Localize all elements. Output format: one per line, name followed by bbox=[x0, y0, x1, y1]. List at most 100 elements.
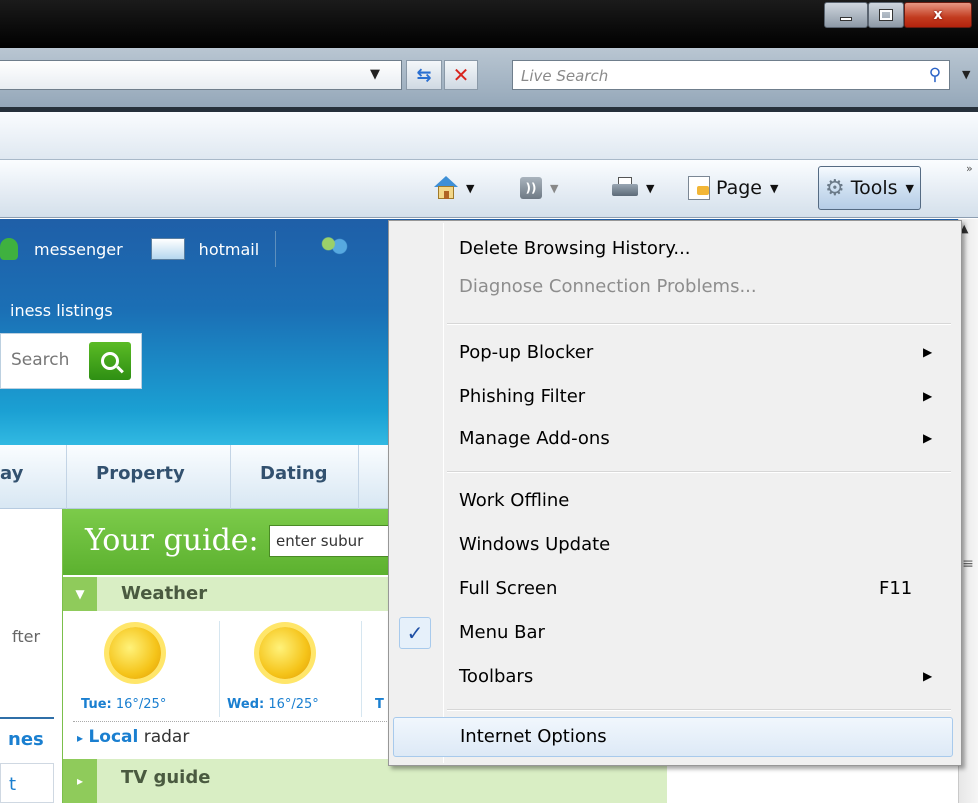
forecast-day: Wed: bbox=[227, 697, 265, 712]
menu-item-label: Pop-up Blocker bbox=[459, 342, 594, 363]
sun-icon bbox=[109, 627, 161, 679]
menu-item-label: Windows Update bbox=[459, 534, 611, 555]
submenu-arrow-icon: ▶ bbox=[923, 431, 933, 445]
feeds-button[interactable]: )) ▼ bbox=[520, 170, 558, 206]
collapse-icon[interactable]: ▼ bbox=[63, 577, 97, 611]
menu-item-label: Internet Options bbox=[460, 726, 607, 747]
search-input[interactable] bbox=[521, 65, 901, 87]
address-field[interactable]: ▼ bbox=[0, 60, 402, 90]
close-icon: x bbox=[933, 7, 943, 23]
menu-item-full-screen[interactable]: Full Screen F11 bbox=[391, 569, 959, 609]
nav-item-dating[interactable]: Dating bbox=[260, 463, 328, 484]
menu-item-internet-options[interactable]: Internet Options bbox=[393, 717, 953, 757]
menu-item-label: Menu Bar bbox=[459, 622, 545, 643]
chevron-down-icon[interactable]: ▼ bbox=[646, 182, 654, 195]
tab-row bbox=[0, 112, 978, 160]
menu-separator bbox=[447, 709, 951, 711]
divider bbox=[73, 721, 393, 722]
chevron-right-icon: ▸ bbox=[77, 731, 84, 745]
news-link[interactable]: nes bbox=[8, 729, 44, 750]
divider bbox=[358, 445, 359, 509]
hotmail-link[interactable]: hotmail bbox=[199, 240, 259, 259]
page-label: Page bbox=[716, 177, 762, 199]
menu-item-toolbars[interactable]: Toolbars ▶ bbox=[391, 657, 959, 697]
business-listings-link[interactable]: iness listings bbox=[10, 301, 113, 320]
local-radar-link[interactable]: ▸ Local radar bbox=[77, 727, 189, 747]
menu-item-manage-add-ons[interactable]: Manage Add-ons ▶ bbox=[391, 419, 959, 459]
stop-button[interactable]: ✕ bbox=[444, 60, 478, 90]
title-bar: x bbox=[0, 0, 978, 48]
home-icon bbox=[434, 176, 458, 200]
home-button[interactable]: ▼ bbox=[434, 170, 474, 206]
submenu-arrow-icon: ▶ bbox=[923, 389, 933, 403]
divider bbox=[230, 445, 231, 509]
printer-icon bbox=[612, 177, 638, 199]
divider bbox=[361, 621, 362, 717]
tools-menu-button[interactable]: ⚙ Tools ▼ bbox=[818, 166, 922, 210]
chevron-down-icon: ▼ bbox=[770, 181, 779, 195]
sun-icon bbox=[259, 627, 311, 679]
left-box[interactable]: t bbox=[0, 763, 54, 803]
command-bar: ▼ )) ▼ ▼ Page ▼ ⚙ Tools ▼ bbox=[0, 160, 978, 218]
close-button[interactable]: x bbox=[904, 2, 972, 28]
tools-dropdown-menu: Delete Browsing History... Diagnose Conn… bbox=[388, 220, 962, 766]
divider bbox=[275, 231, 277, 267]
menu-separator bbox=[447, 323, 951, 325]
nav-item[interactable]: ay bbox=[0, 463, 23, 484]
search-box[interactable] bbox=[512, 60, 950, 90]
expand-icon[interactable]: ▸ bbox=[63, 759, 97, 803]
minimize-icon bbox=[840, 17, 852, 21]
menu-item-windows-update[interactable]: Windows Update bbox=[391, 525, 959, 565]
menu-item-delete-browsing-history[interactable]: Delete Browsing History... bbox=[391, 229, 959, 269]
toolbar-overflow-icon[interactable]: » bbox=[966, 162, 973, 175]
menu-item-popup-blocker[interactable]: Pop-up Blocker ▶ bbox=[391, 333, 959, 373]
messenger-icon bbox=[0, 238, 18, 260]
forecast-day: T bbox=[375, 697, 384, 712]
search-options-arrow-icon[interactable]: ▼ bbox=[962, 68, 970, 81]
left-column: fter nes t bbox=[0, 509, 62, 803]
shortcut-key: F11 bbox=[879, 578, 913, 599]
tools-label: Tools bbox=[850, 177, 898, 199]
site-search-field[interactable]: Search bbox=[0, 333, 142, 389]
search-go-icon[interactable]: ⚲ bbox=[922, 60, 948, 90]
address-bar-row: ▼ ⇆ ✕ ⚲ ▼ bbox=[0, 48, 978, 110]
divider bbox=[219, 621, 220, 717]
local-link[interactable]: Local bbox=[88, 727, 138, 747]
refresh-icon: ⇆ bbox=[416, 64, 432, 86]
checkmark-icon: ✓ bbox=[399, 617, 431, 649]
mail-icon bbox=[150, 238, 185, 260]
forecast-wed[interactable]: Wed: 16°/25° bbox=[227, 697, 319, 712]
left-box-label: t bbox=[9, 774, 17, 795]
chevron-down-icon: ▼ bbox=[905, 181, 915, 195]
divider bbox=[0, 717, 54, 719]
menu-item-phishing-filter[interactable]: Phishing Filter ▶ bbox=[391, 377, 959, 417]
menu-item-label: Manage Add-ons bbox=[459, 428, 610, 449]
site-search-label: Search bbox=[11, 350, 70, 370]
site-search-button[interactable] bbox=[89, 342, 131, 380]
forecast-tue[interactable]: Tue: 16°/25° bbox=[81, 697, 166, 712]
chevron-down-icon[interactable]: ▼ bbox=[550, 182, 558, 195]
submenu-arrow-icon: ▶ bbox=[923, 345, 933, 359]
refresh-button[interactable]: ⇆ bbox=[406, 60, 442, 90]
stop-icon: ✕ bbox=[452, 63, 470, 87]
address-dropdown-arrow-icon[interactable]: ▼ bbox=[370, 67, 380, 82]
menu-item-work-offline[interactable]: Work Offline bbox=[391, 481, 959, 521]
tv-guide-label: TV guide bbox=[121, 767, 211, 788]
maximize-icon bbox=[879, 9, 893, 21]
forecast-thu[interactable]: T bbox=[375, 697, 384, 712]
divider bbox=[66, 445, 67, 509]
minimize-button[interactable] bbox=[824, 2, 868, 28]
search-icon bbox=[101, 352, 119, 370]
maximize-button[interactable] bbox=[868, 2, 904, 28]
chevron-down-icon[interactable]: ▼ bbox=[466, 182, 474, 195]
print-button[interactable]: ▼ bbox=[612, 170, 654, 206]
page-menu-button[interactable]: Page ▼ bbox=[688, 170, 778, 206]
feed-icon: )) bbox=[520, 177, 542, 199]
people-icon[interactable] bbox=[320, 236, 349, 262]
messenger-link[interactable]: messenger bbox=[34, 240, 123, 259]
menu-item-label: Work Offline bbox=[459, 490, 570, 511]
nav-item-property[interactable]: Property bbox=[96, 463, 185, 484]
menu-item-menu-bar[interactable]: ✓ Menu Bar bbox=[391, 613, 959, 653]
guide-title: Your guide: bbox=[85, 523, 259, 558]
menu-item-label: Phishing Filter bbox=[459, 386, 586, 407]
